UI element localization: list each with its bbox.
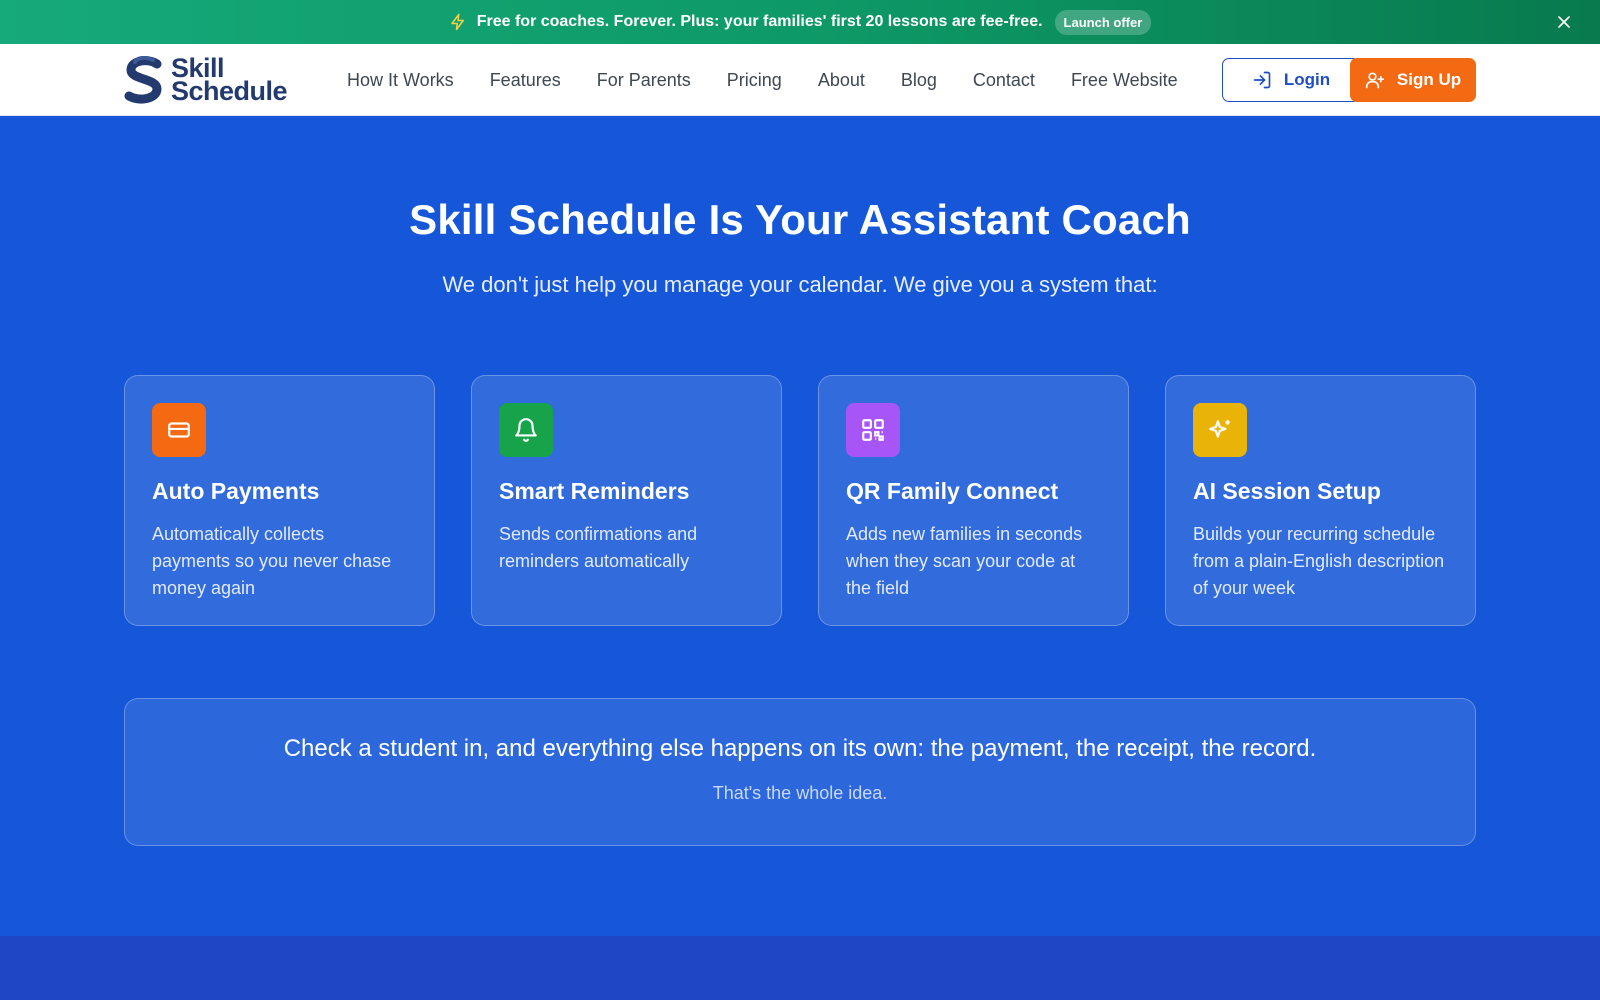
feature-cards: Auto Payments Automatically collects pay… bbox=[124, 375, 1476, 626]
nav-link-features[interactable]: Features bbox=[490, 70, 561, 91]
feature-description: Sends confirmations and reminders automa… bbox=[499, 524, 698, 571]
nav-link-contact[interactable]: Contact bbox=[973, 70, 1035, 91]
feature-card-smart-reminders: Smart Reminders Sends confirmations and … bbox=[471, 375, 782, 626]
launch-offer-badge: Launch offer bbox=[1054, 9, 1152, 35]
announcement-banner: Free for coaches. Forever. Plus: your fa… bbox=[0, 0, 1600, 44]
add-user-icon bbox=[1365, 72, 1385, 89]
feature-description: Builds your recurring schedule from a pl… bbox=[1193, 524, 1445, 598]
signup-button[interactable]: Sign Up bbox=[1350, 58, 1476, 102]
feature-description: Adds new families in seconds when they s… bbox=[846, 524, 1083, 598]
nav-link-free-website[interactable]: Free Website bbox=[1071, 70, 1178, 91]
qr-code-icon bbox=[846, 403, 900, 457]
next-section-band bbox=[0, 936, 1600, 1000]
logo-text-line2: Schedule bbox=[171, 76, 288, 106]
feature-title: Smart Reminders bbox=[499, 478, 690, 504]
callout-box: Check a student in, and everything else … bbox=[124, 698, 1476, 846]
login-icon bbox=[1253, 71, 1271, 89]
feature-title: AI Session Setup bbox=[1193, 478, 1381, 504]
nav-link-how-it-works[interactable]: How It Works bbox=[347, 70, 454, 91]
callout-sub-text: That's the whole idea. bbox=[712, 783, 888, 803]
hero-title: Skill Schedule Is Your Assistant Coach bbox=[409, 196, 1191, 243]
logo-mark-icon bbox=[124, 56, 162, 104]
credit-card-icon bbox=[152, 403, 206, 457]
nav-links: How It Works Features For Parents Pricin… bbox=[347, 44, 1178, 116]
callout-main-text: Check a student in, and everything else … bbox=[283, 735, 1317, 762]
logo[interactable]: Skill Schedule bbox=[123, 55, 288, 106]
feature-description: Automatically collects payments so you n… bbox=[152, 524, 392, 598]
bell-icon bbox=[499, 403, 553, 457]
nav-link-pricing[interactable]: Pricing bbox=[727, 70, 782, 91]
login-button[interactable]: Login bbox=[1222, 58, 1360, 102]
hero-subtitle: We don't just help you manage your calen… bbox=[442, 272, 1158, 297]
main-navbar: Skill Schedule How It Works Features For… bbox=[0, 44, 1600, 116]
lightning-icon bbox=[450, 13, 464, 31]
feature-title: Auto Payments bbox=[152, 478, 320, 504]
sparkles-icon bbox=[1193, 403, 1247, 457]
nav-link-blog[interactable]: Blog bbox=[901, 70, 937, 91]
feature-card-auto-payments: Auto Payments Automatically collects pay… bbox=[124, 375, 435, 626]
feature-title: QR Family Connect bbox=[846, 478, 1059, 504]
login-label: Login bbox=[1283, 70, 1331, 89]
nav-link-for-parents[interactable]: For Parents bbox=[597, 70, 691, 91]
feature-card-qr-family-connect: QR Family Connect Adds new families in s… bbox=[818, 375, 1129, 626]
close-icon[interactable] bbox=[1554, 12, 1574, 32]
signup-label: Sign Up bbox=[1396, 70, 1462, 89]
nav-link-about[interactable]: About bbox=[818, 70, 865, 91]
feature-card-ai-session-setup: AI Session Setup Builds your recurring s… bbox=[1165, 375, 1476, 626]
banner-text: Free for coaches. Forever. Plus: your fa… bbox=[476, 13, 1043, 30]
